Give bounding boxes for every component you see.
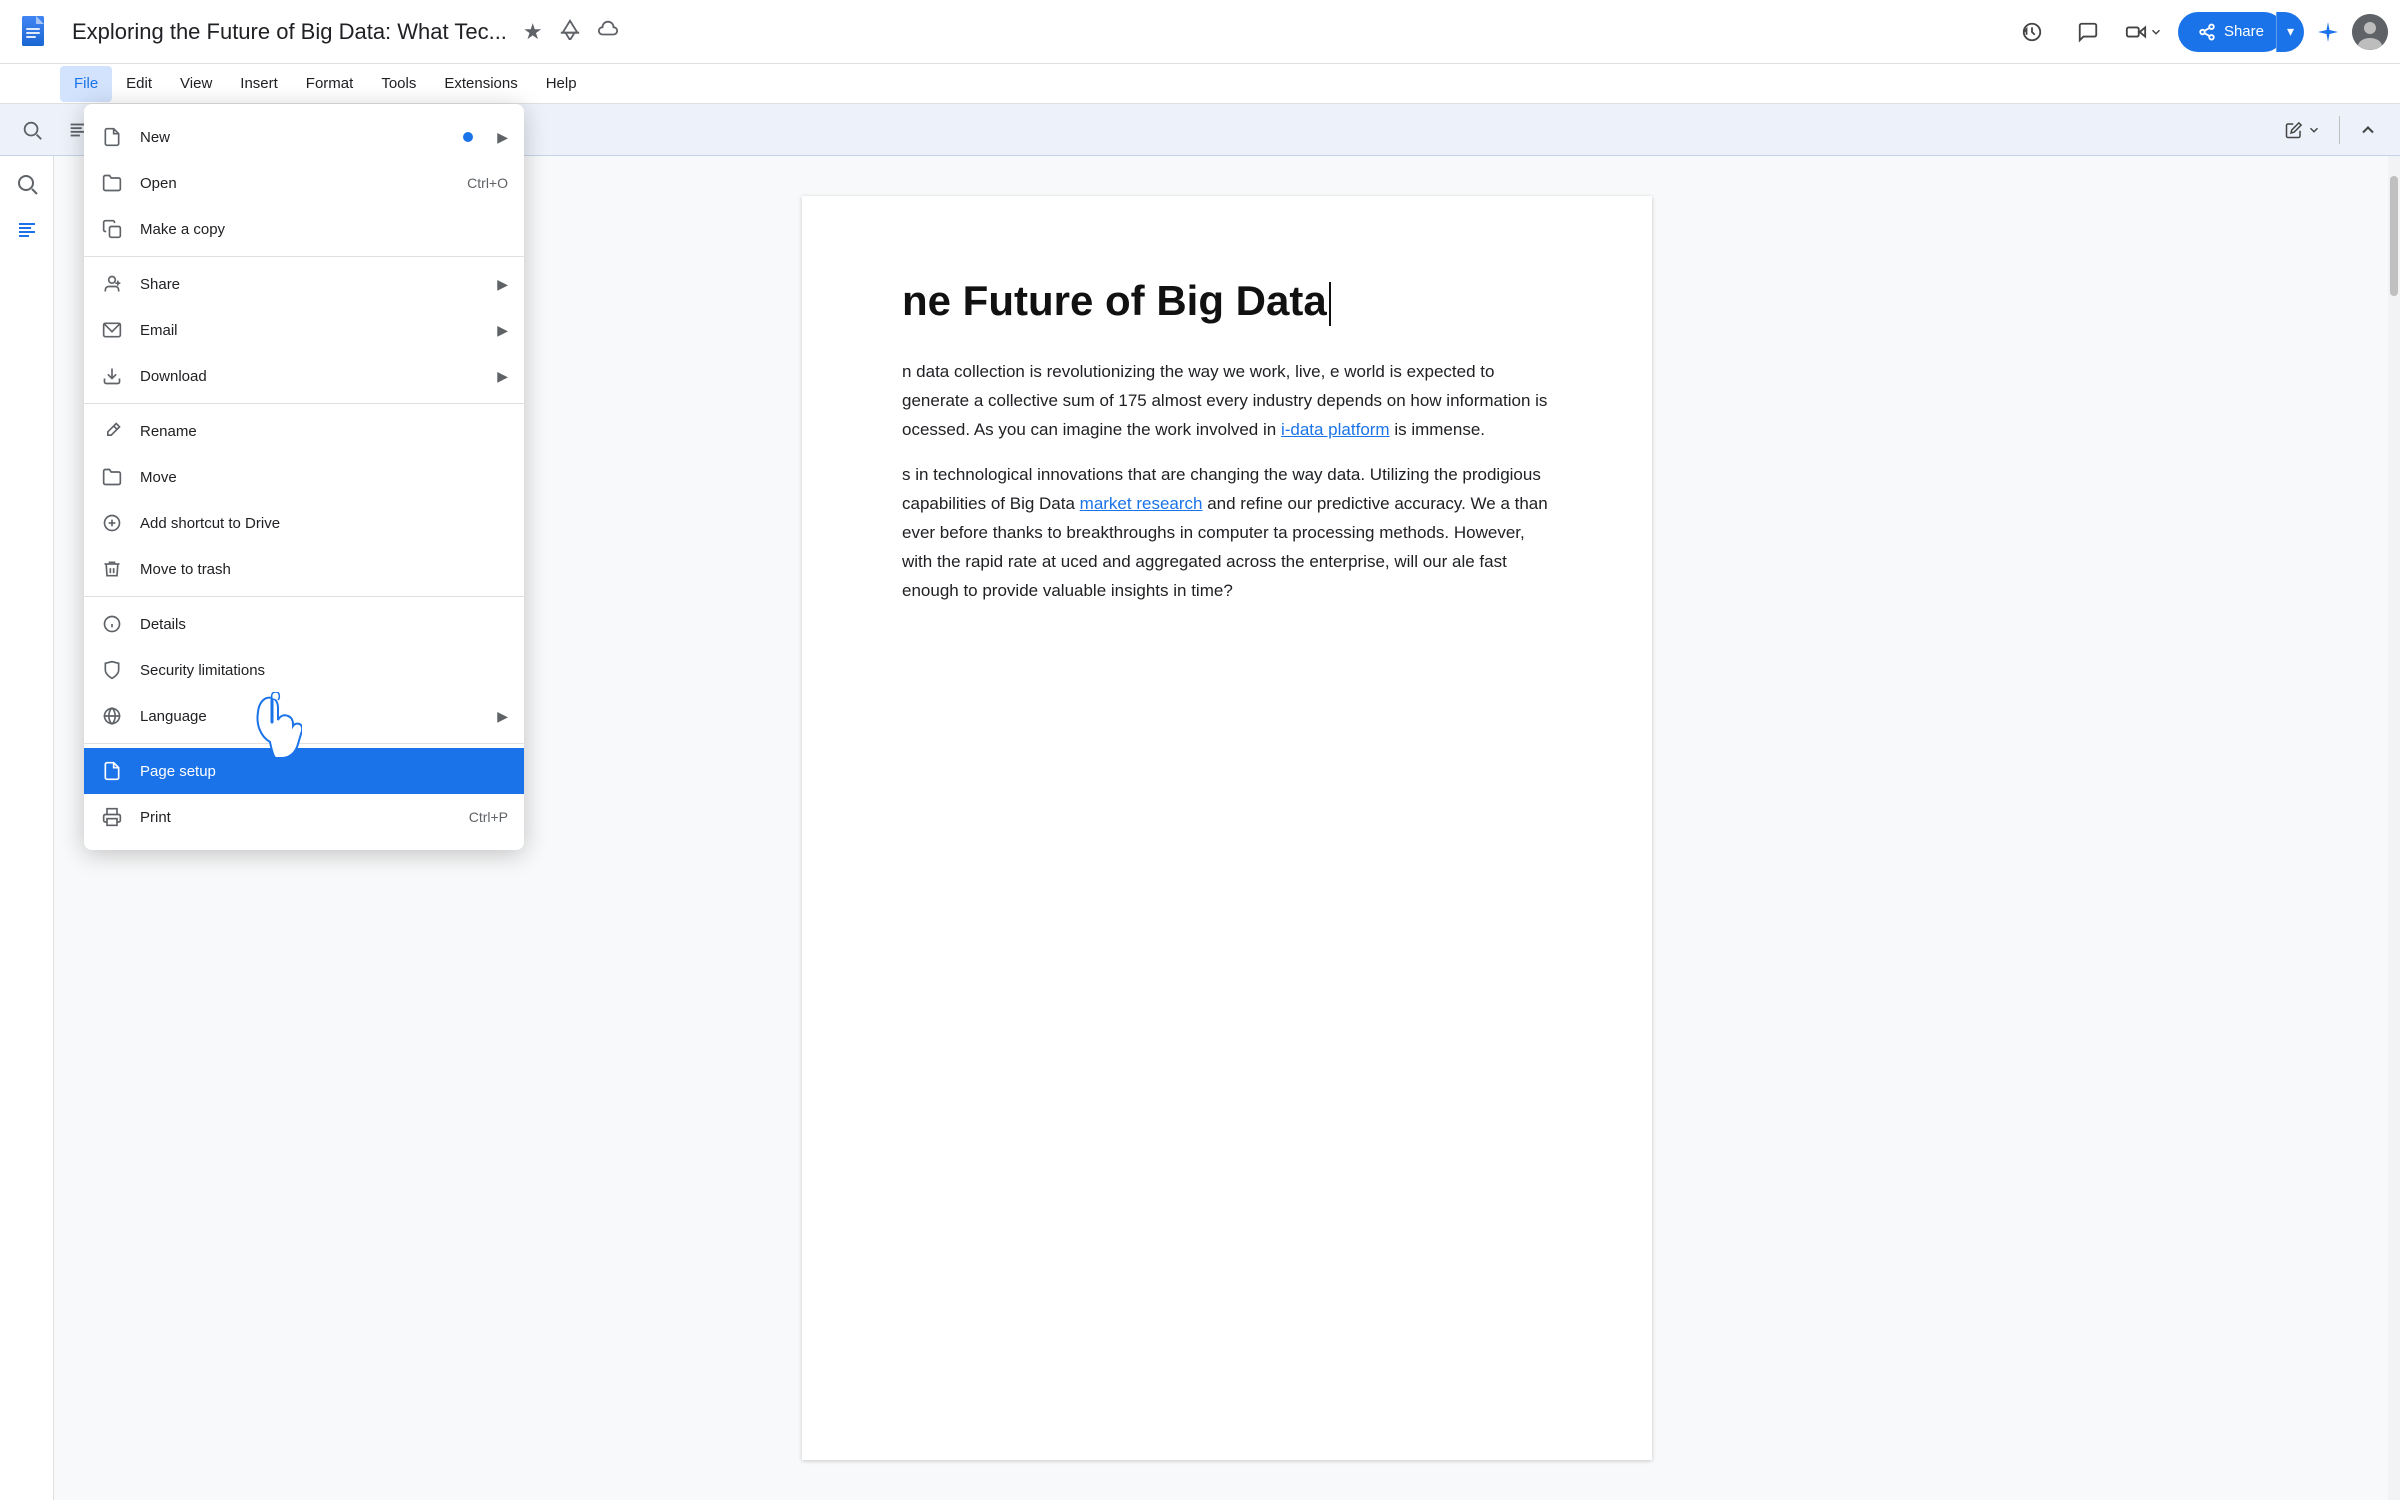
email-icon [100,318,124,342]
menu-bar: File Edit View Insert Format Tools Exten… [0,64,2400,104]
security-icon [100,658,124,682]
menu-extensions[interactable]: Extensions [430,66,531,102]
details-icon [100,612,124,636]
document-page: ne Future of Big Data n data collection … [802,196,1652,1460]
scrollbar-thumb[interactable] [2390,176,2398,296]
collapse-toolbar-button[interactable] [2348,112,2388,148]
menu-item-move[interactable]: Move [84,454,524,500]
history-button[interactable] [2010,10,2054,54]
shortcut-icon [100,511,124,535]
menu-item-pagesetup[interactable]: Page setup [84,748,524,794]
menu-item-trash[interactable]: Move to trash [84,546,524,592]
menu-item-open[interactable]: Open Ctrl+O [84,160,524,206]
scrollbar[interactable] [2388,156,2400,1500]
menu-item-email[interactable]: Email ▶ [84,307,524,353]
user-avatar[interactable] [2352,14,2388,50]
menu-item-details[interactable]: Details [84,601,524,647]
menu-item-copy[interactable]: Make a copy [84,206,524,252]
menu-item-print[interactable]: Print Ctrl+P [84,794,524,840]
comments-button[interactable] [2066,10,2110,54]
add-to-drive-icon[interactable] [559,18,581,46]
menu-tools[interactable]: Tools [367,66,430,102]
menu-item-language[interactable]: Language ▶ [84,693,524,739]
toolbar-divider-3 [2339,116,2340,144]
download-icon [100,364,124,388]
menu-help[interactable]: Help [532,66,591,102]
menu-format[interactable]: Format [292,66,368,102]
menu-section-1: New ▶ Open Ctrl+O Make a copy [84,110,524,257]
star-icon[interactable]: ★ [523,19,543,45]
video-call-button[interactable] [2122,10,2166,54]
share-button[interactable]: Share [2178,12,2284,52]
new-icon [100,125,124,149]
menu-file[interactable]: File [60,66,112,102]
sidebar-icon-1[interactable] [15,172,39,202]
language-arrow: ▶ [497,708,508,725]
language-icon [100,704,124,728]
open-icon [100,171,124,195]
print-icon [100,805,124,829]
search-icon[interactable] [10,108,54,152]
pagesetup-icon [100,759,124,783]
new-dot [463,132,473,142]
paragraph-2: s in technological innovations that are … [902,461,1552,605]
title-icons: ★ [523,18,619,46]
document-heading: ne Future of Big Data [902,276,1552,326]
link-data-platform[interactable]: i-data platform [1281,420,1390,439]
sidebar-left [0,156,54,1500]
menu-item-security[interactable]: Security limitations [84,647,524,693]
rename-icon [100,419,124,443]
menu-edit[interactable]: Edit [112,66,166,102]
email-arrow: ▶ [497,322,508,339]
menu-section-3: Rename Move Add shortcut to Drive [84,404,524,597]
menu-item-download[interactable]: Download ▶ [84,353,524,399]
new-arrow: ▶ [497,129,508,146]
move-icon [100,465,124,489]
file-menu-dropdown: New ▶ Open Ctrl+O Make a copy [84,104,524,850]
gemini-button[interactable] [2316,20,2340,44]
top-bar: Exploring the Future of Big Data: What T… [0,0,2400,64]
menu-item-rename[interactable]: Rename [84,408,524,454]
app-icon[interactable] [12,8,60,56]
link-market-research[interactable]: market research [1080,494,1203,513]
menu-insert[interactable]: Insert [226,66,292,102]
sidebar-icon-2[interactable] [15,218,39,248]
trash-icon [100,557,124,581]
menu-section-2: Share ▶ Email ▶ Download [84,257,524,404]
document-body: n data collection is revolutionizing the… [902,358,1552,605]
copy-icon [100,217,124,241]
menu-item-shortcut[interactable]: Add shortcut to Drive [84,500,524,546]
share-arrow: ▶ [497,276,508,293]
menu-item-new[interactable]: New ▶ [84,114,524,160]
menu-section-4: Details Security limitations Language ▶ [84,597,524,744]
share-dropdown-button[interactable]: ▾ [2276,12,2304,52]
menu-item-share[interactable]: Share ▶ [84,261,524,307]
edit-mode-button[interactable] [2275,112,2331,148]
share-icon [100,272,124,296]
document-title[interactable]: Exploring the Future of Big Data: What T… [72,19,507,45]
menu-section-5: Page setup Print Ctrl+P [84,744,524,844]
header-actions: Share ▾ [2010,10,2388,54]
paragraph-1: n data collection is revolutionizing the… [902,358,1552,445]
download-arrow: ▶ [497,368,508,385]
cloud-icon[interactable] [597,18,619,46]
menu-view[interactable]: View [166,66,226,102]
